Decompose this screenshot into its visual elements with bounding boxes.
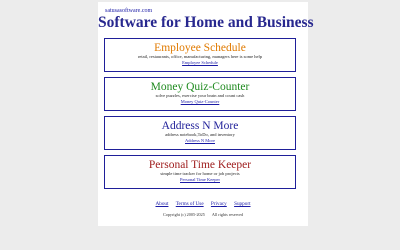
product-title: Money Quiz-Counter (150, 81, 250, 93)
product-link[interactable]: Employee Schedule (105, 60, 295, 65)
footer-link-about[interactable]: About (155, 201, 168, 207)
product-card-personal-time-keeper: Personal Time Keeper simple time tracker… (104, 155, 296, 189)
copyright-text: Copyright (c) 2005-2025 (162, 212, 205, 217)
product-card-address-n-more: Address N More address notebook,ToDo, an… (104, 116, 296, 150)
product-link[interactable]: Address N More (105, 138, 295, 143)
rights-text: All rights reserved (211, 212, 244, 217)
product-link[interactable]: Personal Time Keeper (105, 177, 295, 182)
footer-nav: About Terms of Use Privacy Support (98, 201, 308, 207)
footer-link-privacy[interactable]: Privacy (211, 201, 227, 207)
product-card-employee-schedule: Employee Schedule retail, restaurants, o… (104, 38, 296, 72)
footer-link-terms[interactable]: Terms of Use (176, 201, 204, 207)
product-title: Employee Schedule (154, 42, 246, 54)
page-title: Software for Home and Business (98, 14, 314, 31)
product-card-money-quiz-counter: Money Quiz-Counter solve puzzles, exerci… (104, 77, 296, 111)
product-title: Personal Time Keeper (148, 159, 252, 171)
product-link[interactable]: Money Quiz-Counter (105, 99, 295, 104)
product-title: Address N More (161, 120, 239, 132)
copyright-line: Copyright (c) 2005-2025 All rights reser… (98, 212, 308, 217)
footer-link-support[interactable]: Support (234, 201, 250, 207)
page-container: satusasoftware.com Software for Home and… (98, 2, 314, 226)
